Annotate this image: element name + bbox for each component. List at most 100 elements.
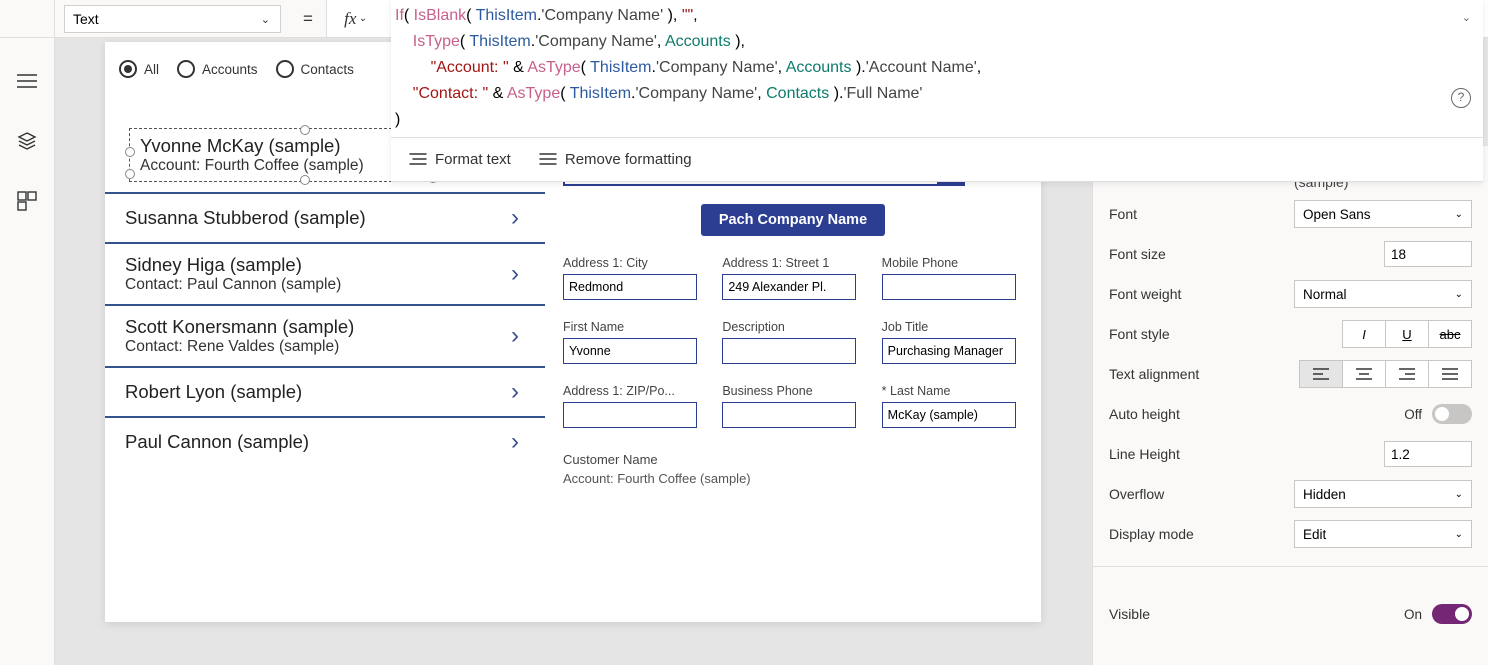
patch-button[interactable]: Pach Company Name — [701, 204, 885, 236]
hamburger-icon[interactable] — [14, 68, 40, 94]
chevron-right-icon[interactable]: › — [511, 260, 531, 288]
properties-panel: Text Account: Fourth Coffee (sample) Fon… — [1092, 146, 1488, 665]
tab-label: Contacts — [301, 62, 354, 77]
field-input[interactable] — [722, 338, 856, 364]
customer-name-value: Account: Fourth Coffee (sample) — [563, 471, 1023, 486]
tab-label: All — [144, 62, 159, 77]
italic-button[interactable]: I — [1342, 320, 1386, 348]
align-center-button[interactable] — [1342, 360, 1386, 388]
chevron-down-icon: ⌄ — [358, 13, 366, 24]
property-selector[interactable]: Text ⌄ — [64, 5, 281, 33]
field-input[interactable] — [563, 402, 697, 428]
toggle-label: Off — [1404, 407, 1422, 422]
formula-bar[interactable]: If( IsBlank( ThisItem.'Company Name' ), … — [391, 0, 1483, 182]
overflow-select[interactable]: Hidden ⌄ — [1294, 480, 1472, 508]
chevron-right-icon[interactable]: › — [511, 428, 531, 456]
item-title: Scott Konersmann (sample) — [125, 316, 511, 338]
format-text-label: Format text — [435, 151, 511, 168]
gallery-item[interactable]: Robert Lyon (sample) › — [105, 366, 545, 416]
align-buttons — [1300, 360, 1472, 388]
tab-label: Accounts — [202, 62, 258, 77]
align-justify-button[interactable] — [1428, 360, 1472, 388]
left-rail — [0, 38, 55, 665]
customer-name-label: Customer Name — [563, 452, 1023, 467]
align-right-button[interactable] — [1385, 360, 1429, 388]
chevron-right-icon[interactable]: › — [511, 204, 531, 232]
field-label: Business Phone — [722, 384, 863, 398]
field-label: Address 1: ZIP/Po... — [563, 384, 704, 398]
gallery-item[interactable]: Susanna Stubberod (sample) › — [105, 192, 545, 242]
autoheight-toggle[interactable] — [1432, 404, 1472, 424]
chevron-right-icon[interactable]: › — [511, 322, 531, 350]
fx-label: fx — [344, 9, 356, 29]
underline-button[interactable]: U — [1385, 320, 1429, 348]
lineheight-input[interactable]: 1.2 — [1384, 441, 1472, 467]
prop-label-align: Text alignment — [1109, 366, 1300, 382]
remove-formatting-label: Remove formatting — [565, 151, 692, 168]
prop-label-font: Font — [1109, 206, 1294, 222]
prop-label-fontweight: Font weight — [1109, 286, 1294, 302]
item-title: Paul Cannon (sample) — [125, 431, 511, 453]
field-input[interactable] — [882, 274, 1016, 300]
prop-label-displaymode: Display mode — [1109, 526, 1294, 542]
select-value: Hidden — [1303, 487, 1346, 502]
gallery-item[interactable]: Paul Cannon (sample) › — [105, 416, 545, 466]
field-input[interactable]: Redmond — [563, 274, 697, 300]
gallery-item[interactable]: Sidney Higa (sample)Contact: Paul Cannon… — [105, 242, 545, 304]
prop-label-fontsize: Font size — [1109, 246, 1384, 262]
field-label: Job Title — [882, 320, 1023, 334]
radio-icon — [119, 60, 137, 78]
field-input[interactable] — [722, 402, 856, 428]
fontstyle-buttons: I U abc — [1343, 320, 1472, 348]
gallery-item[interactable]: Scott Konersmann (sample)Contact: Rene V… — [105, 304, 545, 366]
field-label: Address 1: Street 1 — [722, 256, 863, 270]
remove-formatting-icon — [539, 152, 557, 166]
field-input[interactable]: McKay (sample) — [882, 402, 1016, 428]
property-selector-value: Text — [73, 11, 99, 27]
item-title: Susanna Stubberod (sample) — [125, 207, 511, 229]
field-label: Address 1: City — [563, 256, 704, 270]
select-value: Normal — [1303, 287, 1347, 302]
tab-all[interactable]: All — [119, 60, 159, 78]
radio-icon — [276, 60, 294, 78]
strike-button[interactable]: abc — [1428, 320, 1472, 348]
components-icon[interactable] — [14, 188, 40, 214]
chevron-right-icon[interactable]: › — [511, 378, 531, 406]
chevron-down-icon: ⌄ — [1455, 489, 1463, 500]
layers-icon[interactable] — [14, 128, 40, 154]
prop-label-visible: Visible — [1109, 606, 1404, 622]
select-value: Open Sans — [1303, 207, 1371, 222]
displaymode-select[interactable]: Edit⌄ — [1294, 520, 1472, 548]
tab-accounts[interactable]: Accounts — [177, 60, 258, 78]
help-icon[interactable]: ? — [1451, 88, 1471, 108]
field-label: Description — [722, 320, 863, 334]
prop-label-overflow: Overflow — [1109, 486, 1294, 502]
field-label: Last Name — [882, 384, 1023, 398]
remove-formatting-button[interactable]: Remove formatting — [539, 151, 692, 168]
detail-form: Accounts Contacts Fourth Coffee (sample)… — [545, 118, 1041, 588]
format-text-button[interactable]: Format text — [409, 151, 511, 168]
align-left-button[interactable] — [1299, 360, 1343, 388]
equals-sign: = — [290, 0, 326, 37]
item-title: Sidney Higa (sample) — [125, 254, 511, 276]
prop-label-lineheight: Line Height — [1109, 446, 1384, 462]
fx-button[interactable]: fx ⌄ — [326, 0, 384, 37]
item-subtitle: Contact: Rene Valdes (sample) — [125, 338, 511, 356]
prop-label-fontstyle: Font style — [1109, 326, 1343, 342]
formula-text[interactable]: If( IsBlank( ThisItem.'Company Name' ), … — [391, 0, 1483, 137]
field-input[interactable]: Yvonne — [563, 338, 697, 364]
chevron-down-icon: ⌄ — [1455, 209, 1463, 220]
toggle-label: On — [1404, 607, 1422, 622]
visible-toggle[interactable] — [1432, 604, 1472, 624]
expand-chevron-icon[interactable]: ⌄ — [1462, 10, 1471, 28]
format-text-icon — [409, 152, 427, 166]
field-input[interactable]: 249 Alexander Pl. — [722, 274, 856, 300]
chevron-down-icon: ⌄ — [1455, 529, 1463, 540]
fontweight-select[interactable]: Normal ⌄ — [1294, 280, 1472, 308]
fontsize-input[interactable]: 18 — [1384, 241, 1472, 267]
chevron-down-icon: ⌄ — [1455, 289, 1463, 300]
tab-contacts[interactable]: Contacts — [276, 60, 354, 78]
field-input[interactable]: Purchasing Manager — [882, 338, 1016, 364]
prop-label-autoheight: Auto height — [1109, 406, 1404, 422]
font-select[interactable]: Open Sans ⌄ — [1294, 200, 1472, 228]
